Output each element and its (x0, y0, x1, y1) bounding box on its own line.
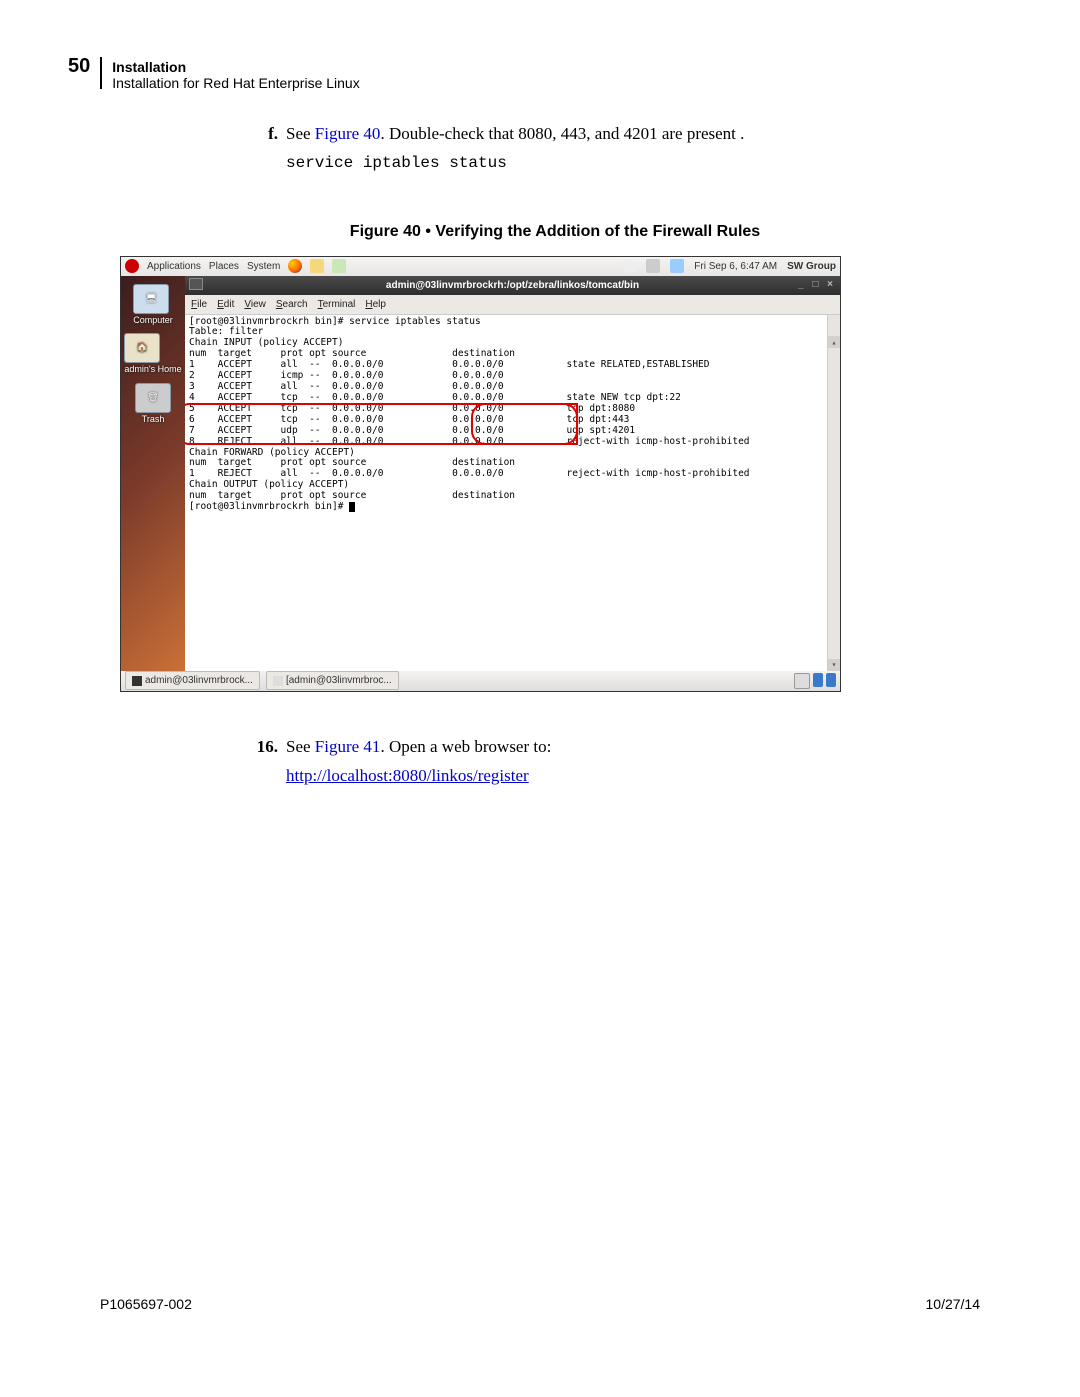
step-f: f. See Figure 40. Double-check that 8080… (250, 121, 980, 147)
terminal-title: admin@03linvmrbrockrh:/opt/zebra/linkos/… (386, 280, 639, 291)
workspace-1[interactable] (813, 673, 823, 687)
desktop-icons: 🖥Computer 🏠admin's Home 🗑Trash (121, 276, 185, 671)
panel-user[interactable]: SW Group (787, 259, 836, 274)
launcher-icon-2[interactable] (332, 259, 346, 273)
figure-41-link[interactable]: Figure 41 (315, 737, 381, 756)
terminal-line: [root@03linvmrbrockrh bin]# service ipta… (189, 317, 836, 328)
register-url-link[interactable]: http://localhost:8080/linkos/register (286, 766, 529, 785)
figure-40-link[interactable]: Figure 40 (315, 124, 381, 143)
step-16-label: 16. (250, 734, 278, 760)
scroll-up-icon[interactable]: ▴ (828, 336, 840, 348)
term-menu-file[interactable]: File (191, 297, 207, 312)
page-footer: P1065697-002 10/27/14 (100, 1296, 980, 1312)
panel-clock[interactable]: Fri Sep 6, 6:47 AM (694, 259, 777, 274)
term-menu-help[interactable]: Help (365, 297, 386, 312)
redhat-icon (125, 259, 139, 273)
figure-40-caption: Figure 40 • Verifying the Addition of th… (130, 220, 980, 244)
header-subtitle: Installation for Red Hat Enterprise Linu… (112, 75, 359, 91)
terminal-menubar: File Edit View Search Terminal Help (185, 295, 840, 315)
terminal-scrollbar[interactable]: ▴ ▾ (827, 315, 840, 671)
term-menu-view[interactable]: View (244, 297, 266, 312)
gnome-bottom-panel: admin@03linvmrbrock... [admin@03linvmrbr… (121, 671, 840, 691)
firefox-icon[interactable] (288, 259, 302, 273)
header-text-block: Installation Installation for Red Hat En… (112, 59, 359, 91)
launcher-icon[interactable] (310, 259, 324, 273)
home-icon[interactable]: 🏠admin's Home (124, 333, 181, 377)
terminal-titlebar: admin@03linvmrbrockrh:/opt/zebra/linkos/… (185, 276, 840, 295)
menu-system[interactable]: System (247, 259, 280, 274)
terminal-line: [root@03linvmrbrockrh bin]# (189, 502, 836, 513)
terminal-body[interactable]: [root@03linvmrbrockrh bin]# service ipta… (185, 315, 840, 671)
footer-date: 10/27/14 (926, 1296, 981, 1312)
gnome-top-panel: Applications Places System Fri Sep 6, 6:… (121, 257, 840, 276)
update-icon[interactable] (622, 259, 636, 273)
header-title: Installation (112, 59, 359, 75)
taskbar-item-2[interactable]: [admin@03linvmrbroc... (266, 671, 399, 690)
scroll-down-icon[interactable]: ▾ (828, 659, 840, 671)
footer-docid: P1065697-002 (100, 1296, 192, 1312)
computer-icon[interactable]: 🖥Computer (133, 284, 173, 328)
figure-40-screenshot: Applications Places System Fri Sep 6, 6:… (120, 256, 841, 692)
network-icon[interactable] (670, 259, 684, 273)
header-divider (100, 57, 102, 89)
trash-icon[interactable]: 🗑Trash (135, 383, 171, 427)
volume-icon[interactable] (646, 259, 660, 273)
term-menu-terminal[interactable]: Terminal (318, 297, 356, 312)
step-16: 16. See Figure 41. Open a web browser to… (250, 734, 980, 760)
window-icon (189, 278, 203, 290)
window-controls[interactable]: _ □ × (798, 277, 836, 292)
page-number: 50 (68, 55, 90, 78)
cursor-icon (349, 502, 355, 512)
workspace-switcher-icon[interactable] (794, 673, 810, 689)
menu-applications[interactable]: Applications (147, 259, 201, 274)
term-menu-edit[interactable]: Edit (217, 297, 234, 312)
workspace-2[interactable] (826, 673, 836, 687)
step-f-command: service iptables status (286, 151, 980, 175)
terminal-window: admin@03linvmrbrockrh:/opt/zebra/linkos/… (185, 276, 840, 671)
terminal-line: 8 REJECT all -- 0.0.0.0/0 0.0.0.0/0 reje… (189, 437, 836, 448)
step-f-text: See Figure 40. Double-check that 8080, 4… (286, 121, 744, 147)
step-f-label: f. (250, 121, 278, 147)
desktop-area: 🖥Computer 🏠admin's Home 🗑Trash admin@03l… (121, 276, 840, 671)
menu-places[interactable]: Places (209, 259, 239, 274)
step-16-text: See Figure 41. Open a web browser to: (286, 734, 551, 760)
page-header: 50 Installation Installation for Red Hat… (0, 0, 1080, 91)
term-menu-search[interactable]: Search (276, 297, 308, 312)
terminal-line: 7 ACCEPT udp -- 0.0.0.0/0 0.0.0.0/0 udp … (189, 426, 836, 437)
taskbar-item-1[interactable]: admin@03linvmrbrock... (125, 671, 260, 690)
